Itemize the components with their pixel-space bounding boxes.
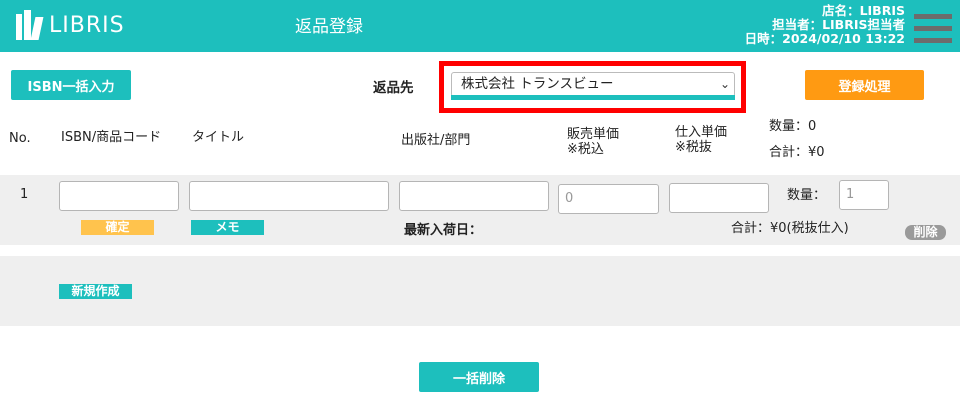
select-underline [451,95,735,100]
bulk-delete-button[interactable]: 一括削除 [419,362,539,392]
new-item-area [0,256,960,326]
quantity-label: 数量： [787,188,827,203]
column-cost-price-label: 仕入単価 [675,125,728,140]
cost-price-input[interactable] [669,183,769,213]
store-name: 店名：LIBRIS [822,3,905,18]
column-isbn: ISBN/商品コード [61,130,162,145]
column-retail-price-note: ※税込 [567,142,604,157]
quantity-total: 数量：0 [769,119,817,134]
column-cost-price-note: ※税抜 [675,140,712,155]
books-icon [16,10,44,40]
confirm-button[interactable]: 確定 [81,220,154,235]
isbn-bulk-input-button[interactable]: ISBN一括入力 [11,70,131,100]
column-publisher: 出版社/部門 [401,133,471,148]
retail-price-input[interactable]: 0 [558,184,659,214]
column-no: No. [9,131,31,146]
return-destination-label: 返品先 [373,80,414,96]
amount-total: 合計：¥0 [769,145,825,160]
chevron-down-icon: ⌄ [719,77,730,91]
publisher-input[interactable] [399,181,549,211]
return-destination-value: 株式会社 トランスビュー [461,76,614,92]
new-item-button[interactable]: 新規作成 [59,284,132,299]
logo-text: LIBRIS [49,12,125,38]
column-retail-price-label: 販売単価 [567,127,620,142]
column-retail-price: 販売単価 ※税込 [567,127,619,157]
title-input[interactable] [189,181,389,211]
return-destination-select[interactable]: 株式会社 トランスビュー ⌄ [451,72,735,97]
column-cost-price: 仕入単価 ※税抜 [675,125,727,155]
row-number: 1 [20,187,29,202]
page-title: 返品登録 [295,17,363,37]
column-title: タイトル [192,130,245,145]
isbn-input[interactable] [59,181,179,211]
libris-logo[interactable]: LIBRIS [16,10,125,40]
app-header: LIBRIS 返品登録 店名：LIBRIS 担当者：LIBRIS担当者 日時：2… [0,0,960,52]
row-subtotal: 合計：¥0(税抜仕入) [731,221,849,236]
hamburger-menu-icon[interactable] [914,14,952,48]
staff-name: 担当者：LIBRIS担当者 [772,17,905,32]
memo-button[interactable]: メモ [191,220,264,235]
quantity-input[interactable]: 1 [839,180,889,210]
register-button[interactable]: 登録処理 [805,70,924,100]
latest-arrival-label: 最新入荷日： [404,223,483,238]
session-info: 店名：LIBRIS 担当者：LIBRIS担当者 日時：2024/02/10 13… [745,4,905,46]
delete-row-button[interactable]: 削除 [905,225,946,240]
current-datetime: 日時：2024/02/10 13:22 [744,31,905,46]
